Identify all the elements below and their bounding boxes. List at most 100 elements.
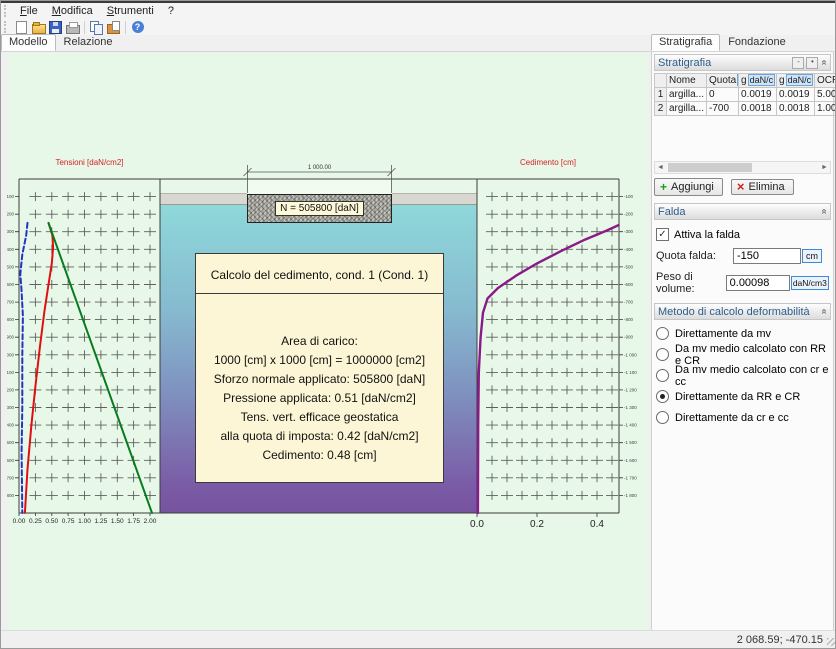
table-cell[interactable]: 0.0019: [739, 88, 777, 102]
radio-button[interactable]: [656, 369, 669, 382]
tab-stratigrafia[interactable]: Stratigrafia: [651, 34, 720, 51]
collapse-chevron-icon[interactable]: «: [819, 209, 830, 215]
svg-text:-500: -500: [7, 264, 14, 269]
scroll-right-icon[interactable]: ►: [819, 164, 830, 171]
unit-selector[interactable]: daN/c: [786, 74, 814, 86]
table-cell[interactable]: 0.0018: [739, 102, 777, 116]
table-cell[interactable]: argilla...: [667, 88, 707, 102]
metodo-group-header: Metodo di calcolo deformabilità «: [654, 303, 831, 320]
svg-text:0.0: 0.0: [470, 519, 484, 530]
resize-grip[interactable]: [827, 638, 835, 646]
column-header[interactable]: gdaN/c: [739, 74, 777, 88]
delete-row-button[interactable]: ×Elimina: [731, 179, 794, 195]
metodo-option-4[interactable]: Direttamente da cr e cc: [656, 410, 829, 425]
metodo-option-2[interactable]: Da mv medio calcolato con cr e cc: [656, 368, 829, 383]
menu-bar: File Modifica Strumenti ?: [1, 3, 836, 19]
table-cell[interactable]: 1.00: [815, 102, 836, 116]
toolbar-grip[interactable]: [4, 21, 10, 33]
save-button[interactable]: [47, 20, 64, 35]
attiva-falda-label: Attiva la falda: [674, 229, 740, 241]
menu-help[interactable]: ?: [161, 4, 181, 18]
svg-text:0.2: 0.2: [530, 519, 544, 530]
table-cell[interactable]: argilla...: [667, 102, 707, 116]
svg-text:-400: -400: [624, 247, 634, 252]
document-tabstrip: Modello Relazione: [1, 35, 651, 52]
print-button[interactable]: [64, 20, 81, 35]
radio-button[interactable]: [656, 390, 669, 403]
collapse-chevron-icon[interactable]: «: [819, 60, 830, 66]
radio-button[interactable]: [656, 327, 669, 340]
svg-text:-1 000: -1 000: [624, 352, 637, 357]
collapse-chevron-icon[interactable]: «: [819, 309, 830, 315]
svg-text:-1 700: -1 700: [624, 475, 637, 480]
unit-selector[interactable]: daN/c: [748, 74, 776, 86]
copy-button[interactable]: [88, 20, 105, 35]
radio-button[interactable]: [656, 411, 669, 424]
scrollbar-thumb[interactable]: [668, 163, 752, 172]
group-minimize-button[interactable]: -: [792, 57, 804, 69]
table-cell[interactable]: 0: [707, 88, 739, 102]
table-row[interactable]: 1argilla...00.00190.00195.00: [655, 88, 836, 102]
open-button[interactable]: [30, 20, 47, 35]
column-header[interactable]: Nome: [667, 74, 707, 88]
result-line: 1000 [cm] x 1000 [cm] = 1000000 [cm2]: [196, 351, 443, 370]
group-options-button[interactable]: •: [806, 57, 818, 69]
table-cell[interactable]: 0.0018: [777, 102, 815, 116]
table-cell[interactable]: 5.00: [815, 88, 836, 102]
attiva-falda-checkbox[interactable]: ✓: [656, 228, 669, 241]
svg-text:-600: -600: [7, 282, 14, 287]
svg-text:-700: -700: [624, 300, 634, 305]
svg-text:-300: -300: [624, 229, 634, 234]
svg-text:-1 000: -1 000: [7, 352, 14, 357]
svg-text:-500: -500: [624, 264, 634, 269]
result-line: Tens. vert. efficace geostatica: [196, 408, 443, 427]
menu-modifica[interactable]: Modifica: [45, 4, 100, 18]
menu-file[interactable]: File: [13, 4, 45, 18]
tab-modello[interactable]: Modello: [1, 34, 56, 51]
quota-falda-row: Quota falda: cm: [656, 248, 829, 264]
table-row[interactable]: 2argilla...-7000.00180.00181.00: [655, 102, 836, 116]
svg-text:-1 600: -1 600: [7, 458, 14, 463]
tab-relazione[interactable]: Relazione: [56, 34, 121, 51]
paste-button[interactable]: [105, 20, 122, 35]
svg-text:1.00: 1.00: [78, 518, 91, 525]
column-header[interactable]: OCR: [815, 74, 836, 88]
svg-text:-1 200: -1 200: [7, 387, 14, 392]
peso-volume-input[interactable]: [726, 275, 790, 291]
table-cell[interactable]: -700: [707, 102, 739, 116]
quota-falda-input[interactable]: [733, 248, 801, 264]
falda-group-header: Falda «: [654, 203, 831, 220]
svg-text:-100: -100: [624, 194, 634, 199]
svg-text:-1 600: -1 600: [624, 458, 637, 463]
result-box-title: Calcolo del cedimento, cond. 1 (Cond. 1): [196, 254, 443, 294]
metodo-option-3[interactable]: Direttamente da RR e CR: [656, 389, 829, 404]
column-header[interactable]: gdaN/c: [777, 74, 815, 88]
svg-text:1.25: 1.25: [95, 518, 108, 525]
svg-text:-1 800: -1 800: [7, 493, 14, 498]
result-line: Pressione applicata: 0.51 [daN/cm2]: [196, 389, 443, 408]
toolbar-separator: [84, 21, 85, 34]
app-window: File Modifica Strumenti ? ? Modello Rela…: [0, 0, 836, 649]
column-header[interactable]: Quotacm: [707, 74, 739, 88]
metodo-option-0[interactable]: Direttamente da mv: [656, 326, 829, 341]
quota-falda-unit[interactable]: cm: [802, 249, 822, 263]
scroll-left-icon[interactable]: ◄: [655, 164, 666, 171]
tab-fondazione[interactable]: Fondazione: [720, 34, 794, 51]
table-cell[interactable]: 0.0019: [777, 88, 815, 102]
tensioni-title: Tensioni [daN/cm2]: [55, 158, 123, 167]
incremento-di-tensione-line: [25, 223, 53, 513]
new-document-button[interactable]: [13, 20, 30, 35]
foundation-block: N = 505800 [daN]: [247, 194, 392, 223]
help-button[interactable]: ?: [129, 20, 146, 35]
add-row-button[interactable]: +Aggiungi: [654, 178, 723, 196]
table-horizontal-scrollbar[interactable]: ◄ ►: [654, 161, 831, 174]
help-icon: ?: [132, 21, 144, 33]
radio-button[interactable]: [656, 348, 669, 361]
metodo-option-1[interactable]: Da mv medio calcolato con RR e CR: [656, 347, 829, 362]
svg-text:-600: -600: [624, 282, 634, 287]
svg-text:0.25: 0.25: [29, 518, 42, 525]
peso-volume-unit[interactable]: daN/cm3: [791, 276, 829, 290]
menu-strumenti[interactable]: Strumenti: [100, 4, 161, 18]
load-label: N = 505800 [daN]: [275, 201, 364, 216]
menubar-grip[interactable]: [4, 5, 10, 17]
